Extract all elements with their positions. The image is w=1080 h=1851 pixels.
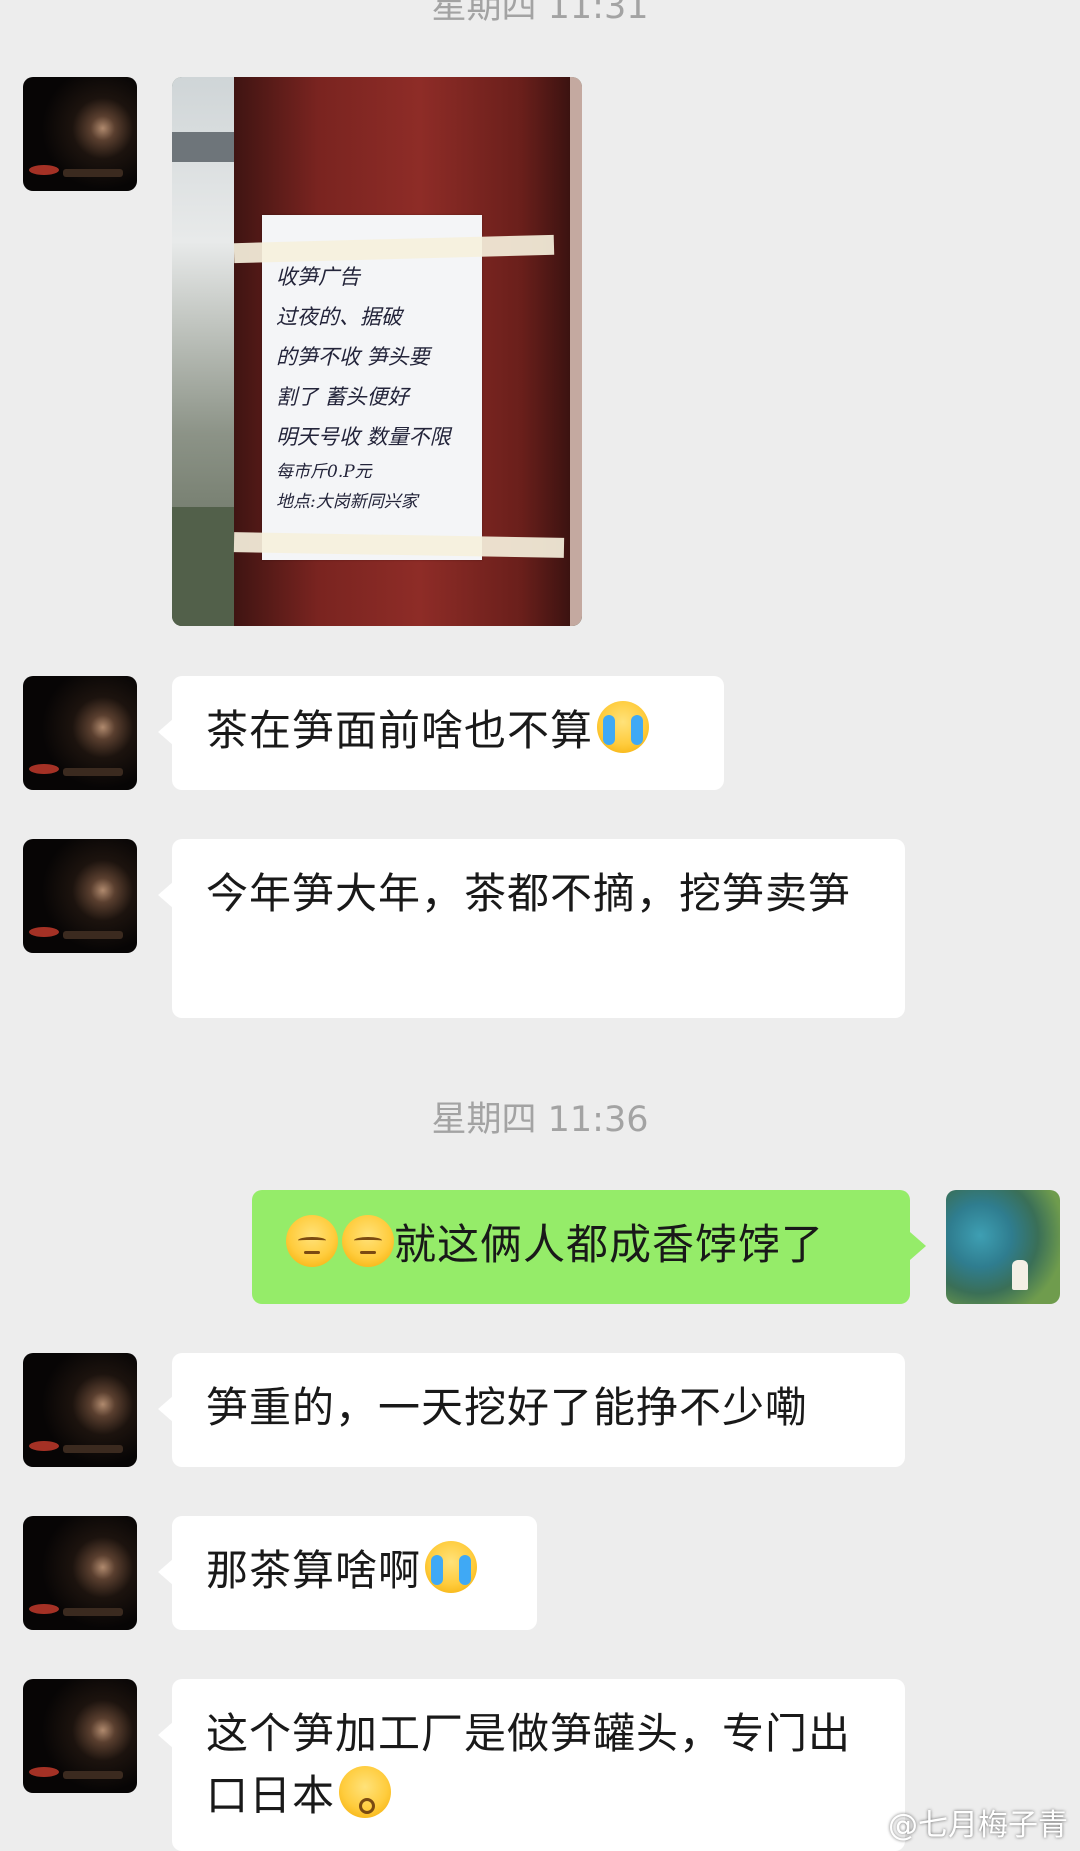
message-text: 笋重的，一天挖好了能挣不少嘞 bbox=[206, 1383, 809, 1432]
friend-avatar[interactable] bbox=[23, 1679, 137, 1793]
message-text: 茶在笋面前啥也不算 bbox=[206, 706, 594, 755]
handwritten-notice: 收笋广告 过夜的、据破 的笋不收 笋头要 割了 蓄头便好 明天号收 数量不限 每… bbox=[276, 257, 476, 517]
message-bubble[interactable]: 笋重的，一天挖好了能挣不少嘞 bbox=[158, 1353, 905, 1467]
message-text: 那茶算啥啊 bbox=[206, 1546, 422, 1595]
notice-line: 收笋广告 bbox=[276, 265, 360, 289]
notice-line: 每市斤0.P元 bbox=[276, 462, 372, 482]
notice-line: 割了 蓄头便好 bbox=[276, 385, 409, 409]
pensive-face-icon bbox=[342, 1215, 394, 1267]
pensive-face-icon bbox=[286, 1215, 338, 1267]
message-bubble[interactable]: 这个笋加工厂是做笋罐头，专门出口日本 bbox=[158, 1679, 905, 1851]
notice-line: 地点:大岗新同兴家 bbox=[276, 492, 418, 512]
notice-line: 的笋不收 笋头要 bbox=[276, 345, 430, 369]
weibo-icon bbox=[842, 1809, 882, 1839]
timestamp-middle: 星期四 11:36 bbox=[431, 1100, 649, 1140]
message-text: 这个笋加工厂是做笋罐头，专门出口日本 bbox=[206, 1709, 852, 1820]
crying-face-icon bbox=[597, 701, 650, 753]
notice-line: 明天号收 数量不限 bbox=[276, 425, 451, 449]
kissing-face-icon bbox=[339, 1766, 392, 1818]
message-text: 今年笋大年，茶都不摘，挖笋卖笋 bbox=[206, 869, 852, 918]
message-bubble[interactable]: 今年笋大年，茶都不摘，挖笋卖笋 bbox=[158, 839, 905, 1018]
my-avatar[interactable] bbox=[946, 1190, 1060, 1304]
image-message[interactable]: 收笋广告 过夜的、据破 的笋不收 笋头要 割了 蓄头便好 明天号收 数量不限 每… bbox=[172, 77, 582, 626]
chat-window: 星期四 11:31 收笋广告 过夜的、据破 的笋不收 笋头要 割了 蓄头便好 明… bbox=[0, 0, 1080, 1851]
friend-avatar[interactable] bbox=[23, 1516, 137, 1630]
weibo-watermark: @七月梅子青 bbox=[842, 1800, 1068, 1844]
photo-edge bbox=[570, 77, 582, 626]
friend-avatar[interactable] bbox=[23, 77, 137, 191]
notice-line: 过夜的、据破 bbox=[276, 305, 402, 329]
friend-avatar[interactable] bbox=[23, 839, 137, 953]
friend-avatar[interactable] bbox=[23, 676, 137, 790]
watermark-text: @七月梅子青 bbox=[888, 1808, 1068, 1843]
crying-face-icon bbox=[425, 1541, 478, 1593]
message-text: 就这俩人都成香饽饽了 bbox=[394, 1220, 825, 1269]
my-message-bubble[interactable]: 就这俩人都成香饽饽了 bbox=[252, 1190, 926, 1304]
message-bubble[interactable]: 茶在笋面前啥也不算 bbox=[158, 676, 724, 790]
friend-avatar[interactable] bbox=[23, 1353, 137, 1467]
message-bubble[interactable]: 那茶算啥啊 bbox=[158, 1516, 537, 1630]
timestamp-top: 星期四 11:31 bbox=[431, 0, 649, 27]
